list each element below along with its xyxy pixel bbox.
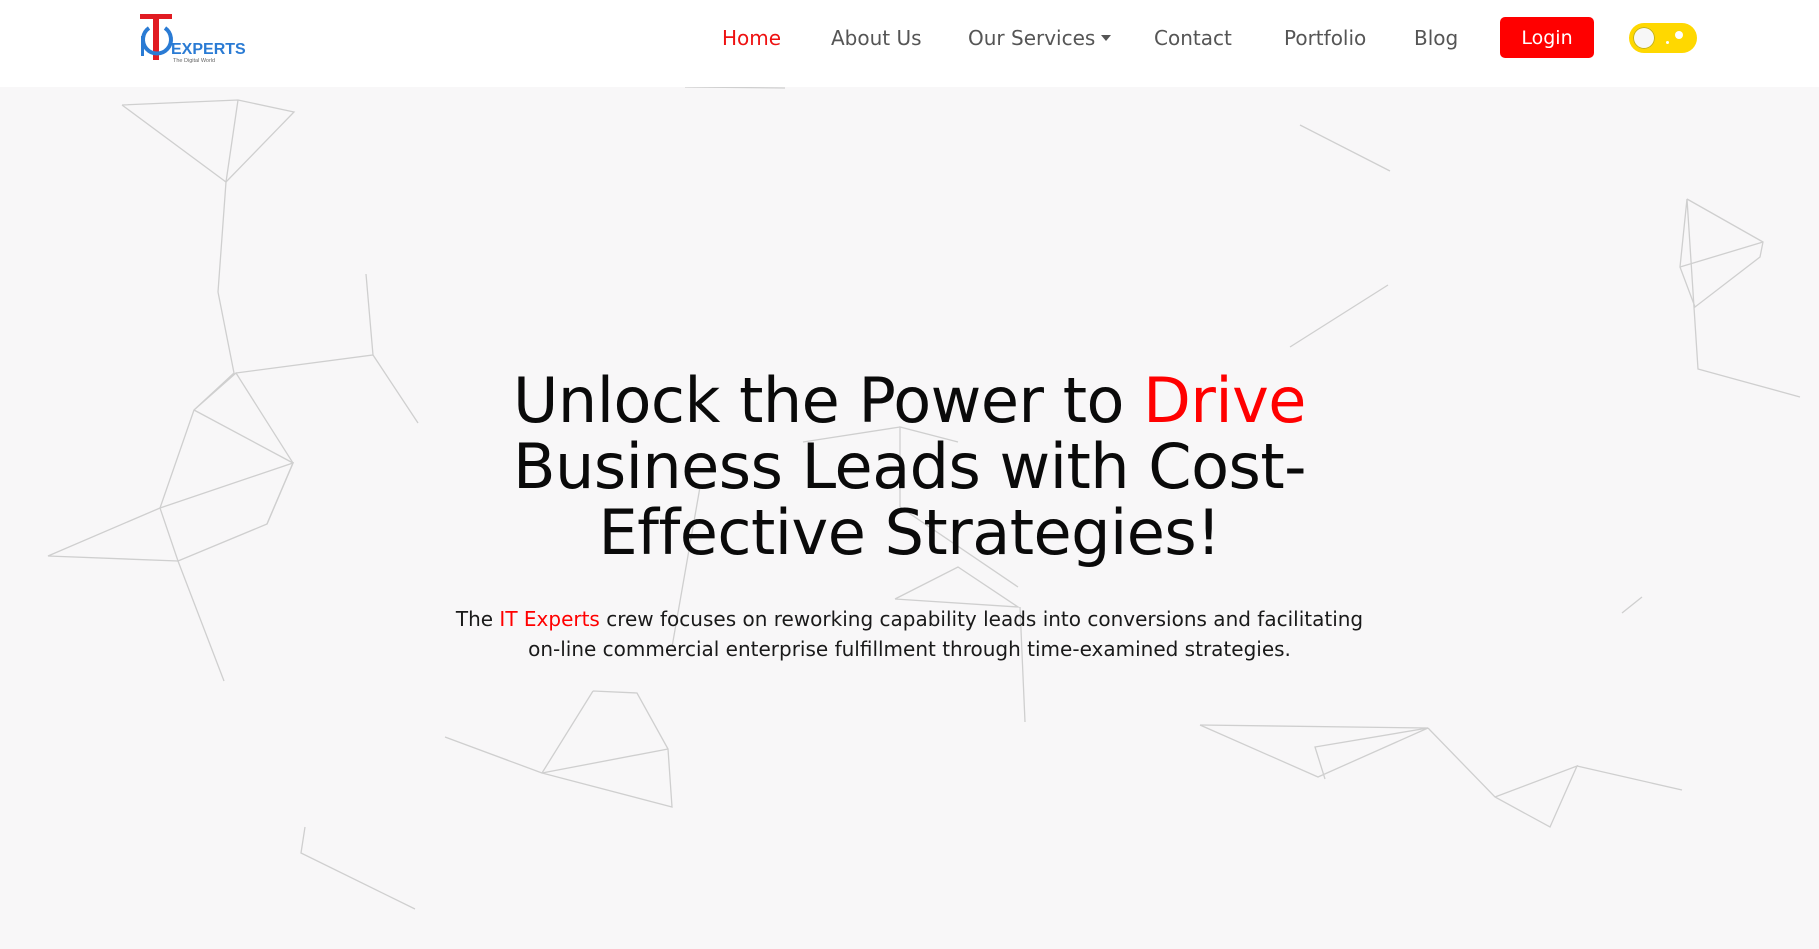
hero-subtitle-after: crew focuses on reworking capability lea… [528, 607, 1364, 661]
login-button[interactable]: Login [1500, 17, 1594, 58]
nav-our-services-label: Our Services [968, 26, 1096, 50]
nav-home[interactable]: Home [722, 24, 781, 52]
nav-portfolio[interactable]: Portfolio [1284, 24, 1366, 52]
hero-subtitle: The IT Experts crew focuses on reworking… [440, 604, 1380, 664]
chevron-down-icon [1101, 34, 1112, 41]
navbar: EXPERTS The Digital World Home About Us … [0, 0, 1819, 87]
hero-title-part2: Business Leads with Cost-Effective Strat… [512, 430, 1307, 569]
hero-section: Unlock the Power to Drive Business Leads… [0, 368, 1819, 664]
star-icon [1675, 31, 1683, 39]
nav-our-services[interactable]: Our Services [968, 24, 1112, 52]
hero-subtitle-accent: IT Experts [499, 607, 600, 631]
hero-subtitle-before: The [455, 607, 500, 631]
hero-title-accent: Drive [1143, 364, 1306, 437]
theme-toggle-switch[interactable] [1629, 23, 1697, 53]
nav-blog[interactable]: Blog [1414, 24, 1458, 52]
toggle-knob-icon [1633, 27, 1655, 49]
nav-contact[interactable]: Contact [1154, 24, 1232, 52]
hero-title: Unlock the Power to Drive Business Leads… [410, 368, 1410, 566]
hero-title-part1: Unlock the Power to [513, 364, 1144, 437]
star-small-icon [1666, 41, 1669, 44]
nav-about-us[interactable]: About Us [831, 24, 922, 52]
